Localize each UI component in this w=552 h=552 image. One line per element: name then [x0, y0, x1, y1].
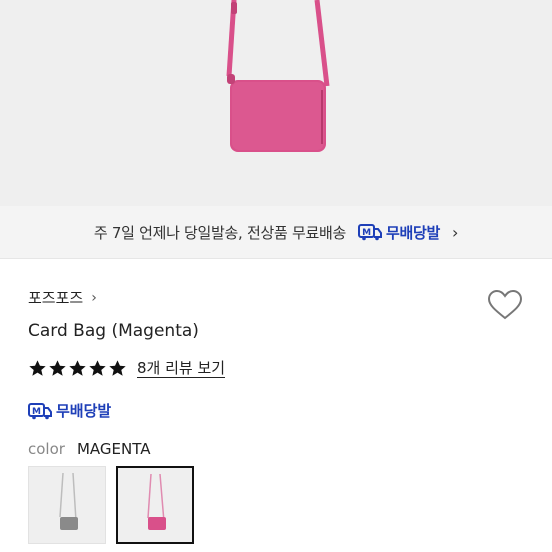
product-hero-image [0, 0, 552, 206]
color-swatch-magenta[interactable] [116, 466, 194, 544]
shipping-banner[interactable]: 주 7일 언제나 당일발송, 전상품 무료배송 M 무배당발 › [0, 206, 552, 258]
free-shipping-label: M 무배당발 [28, 400, 111, 421]
star-icon [29, 360, 46, 376]
heart-icon[interactable] [487, 289, 523, 321]
brand-link[interactable]: 포즈포즈 › [28, 287, 97, 308]
shipping-label-text: 무배당발 [56, 402, 112, 420]
star-icon [109, 360, 126, 376]
color-swatch-gray[interactable] [28, 466, 106, 544]
star-icon [49, 360, 66, 376]
star-icon [89, 360, 106, 376]
divider [0, 258, 552, 259]
free-shipping-badge: M 무배당발 [357, 222, 440, 243]
star-icon [69, 360, 86, 376]
truck-m-icon: M [28, 402, 52, 419]
chevron-right-icon: › [451, 222, 459, 242]
product-title: Card Bag (Magenta) [28, 321, 199, 341]
badge-letter: M [32, 407, 41, 417]
badge-label: 무배당발 [385, 223, 440, 242]
review-link[interactable]: 8개 리뷰 보기 [137, 359, 226, 378]
brand-name: 포즈포즈 [28, 289, 84, 307]
chevron-right-icon: › [91, 289, 97, 306]
truck-m-icon: M [357, 224, 382, 241]
badge-letter: M [362, 228, 371, 238]
color-label: color [28, 440, 65, 458]
color-value: MAGENTA [76, 440, 151, 458]
color-option-row: color MAGENTA [28, 440, 150, 458]
star-rating [28, 359, 127, 378]
rating-row: 8개 리뷰 보기 [28, 359, 226, 378]
banner-text: 주 7일 언제나 당일발송, 전상품 무료배송 [93, 223, 346, 242]
magenta-bag-thumbnail [147, 473, 166, 530]
magenta-bag-illustration [226, 0, 330, 152]
gray-bag-thumbnail [59, 472, 78, 530]
